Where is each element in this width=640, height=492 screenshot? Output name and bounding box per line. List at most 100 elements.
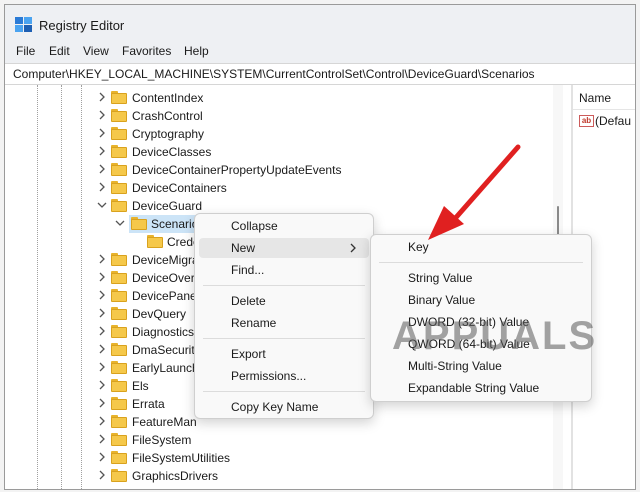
menu-bar: File Edit View Favorites Help — [5, 41, 635, 63]
menu-item-find[interactable]: Find... — [199, 260, 369, 280]
folder-icon — [111, 307, 127, 320]
folder-open-icon — [131, 217, 147, 230]
tree-item-label: FeatureMan — [132, 415, 197, 429]
menu-item-collapse[interactable]: Collapse — [199, 216, 369, 236]
menu-item-label: Collapse — [231, 219, 278, 233]
column-divider — [573, 109, 635, 110]
chevron-right-icon[interactable] — [97, 110, 107, 120]
chevron-right-icon — [350, 243, 356, 253]
address-path[interactable]: Computer\HKEY_LOCAL_MACHINE\SYSTEM\Curre… — [13, 67, 535, 81]
chevron-right-icon[interactable] — [97, 434, 107, 444]
chevron-right-icon[interactable] — [97, 254, 107, 264]
folder-icon — [111, 469, 127, 482]
tree-item[interactable]: DeviceContainerPropertyUpdateEvents — [5, 161, 551, 179]
menu-item-label: Copy Key Name — [231, 400, 319, 414]
value-name-default[interactable]: (Defau — [595, 114, 631, 128]
chevron-right-icon[interactable] — [97, 182, 107, 192]
tree-item-label: DeviceClasses — [132, 145, 212, 159]
folder-icon — [111, 325, 127, 338]
chevron-right-icon[interactable] — [97, 92, 107, 102]
tree-item-label: DeviceOverri — [132, 271, 202, 285]
folder-icon — [111, 361, 127, 374]
menu-item-label: Expandable String Value — [408, 381, 540, 395]
string-value-icon: ab — [579, 115, 594, 127]
tree-item-label: DevQuery — [132, 307, 187, 321]
menu-item-new[interactable]: New — [199, 238, 369, 258]
tree-item[interactable]: FileSystem — [5, 431, 551, 449]
chevron-down-icon[interactable] — [97, 200, 107, 210]
chevron-right-icon[interactable] — [97, 416, 107, 426]
menu-item-label: Export — [231, 347, 266, 361]
tree-item-label: Els — [132, 379, 149, 393]
menu-item-permissions[interactable]: Permissions... — [199, 366, 369, 386]
chevron-right-icon[interactable] — [97, 380, 107, 390]
chevron-right-icon[interactable] — [97, 146, 107, 156]
tree-item[interactable]: Cryptography — [5, 125, 551, 143]
column-header-name[interactable]: Name — [579, 91, 611, 105]
tree-item-label: DeviceContainerPropertyUpdateEvents — [132, 163, 342, 177]
folder-icon — [111, 451, 127, 464]
menu-item-label: Binary Value — [408, 293, 476, 307]
menu-item-label: Rename — [231, 316, 277, 330]
menu-item-delete[interactable]: Delete — [199, 291, 369, 311]
chevron-right-icon[interactable] — [97, 344, 107, 354]
folder-icon — [111, 181, 127, 194]
menu-separator — [379, 262, 583, 263]
tree-item-label: EarlyLaunch — [132, 361, 199, 375]
menu-item-label: Permissions... — [231, 369, 307, 383]
submenu-item-string-value[interactable]: String Value — [375, 268, 587, 288]
chevron-right-icon[interactable] — [97, 128, 107, 138]
menu-item-label: Find... — [231, 263, 265, 277]
menu-item-label: Multi-String Value — [408, 359, 502, 373]
tree-item[interactable]: DeviceContainers — [5, 179, 551, 197]
submenu-item-multi-string-value[interactable]: Multi-String Value — [375, 356, 587, 376]
menu-favorites[interactable]: Favorites — [122, 44, 171, 58]
tree-item[interactable]: FileSystemUtilities — [5, 449, 551, 467]
chevron-right-icon[interactable] — [97, 470, 107, 480]
folder-icon — [111, 343, 127, 356]
tree-item-label: DmaSecurit — [132, 343, 195, 357]
menu-help[interactable]: Help — [184, 44, 209, 58]
chevron-right-icon[interactable] — [97, 290, 107, 300]
window-title: Registry Editor — [39, 18, 125, 33]
menu-file[interactable]: File — [16, 44, 35, 58]
chevron-right-icon[interactable] — [97, 326, 107, 336]
menu-item-rename[interactable]: Rename — [199, 313, 369, 333]
chevron-right-icon[interactable] — [97, 308, 107, 318]
tree-item[interactable]: CrashControl — [5, 107, 551, 125]
tree-item-label: CrashControl — [132, 109, 203, 123]
folder-icon — [111, 253, 127, 266]
menu-item-copy-key-name[interactable]: Copy Key Name — [199, 397, 369, 417]
folder-icon — [111, 199, 127, 212]
chevron-right-icon[interactable] — [97, 362, 107, 372]
folder-icon — [111, 163, 127, 176]
tree-item-label: Cryptography — [132, 127, 205, 141]
menu-edit[interactable]: Edit — [49, 44, 70, 58]
tree-item-label: DevicePanel — [132, 289, 200, 303]
chevron-right-icon[interactable] — [97, 272, 107, 282]
context-menu: Collapse New Find... Delete Rename Expor… — [194, 213, 374, 419]
address-bar[interactable]: Computer\HKEY_LOCAL_MACHINE\SYSTEM\Curre… — [5, 63, 635, 85]
folder-icon — [111, 127, 127, 140]
submenu-item-expandable-string-value[interactable]: Expandable String Value — [375, 378, 587, 398]
tree-item-label: FileSystemUtilities — [132, 451, 231, 465]
tree-item[interactable]: DeviceClasses — [5, 143, 551, 161]
tree-item-label: Diagnostics — [132, 325, 195, 339]
tree-item[interactable]: ContentIndex — [5, 89, 551, 107]
menu-separator — [203, 338, 365, 339]
chevron-down-icon[interactable] — [115, 218, 125, 228]
tree-item[interactable]: GraphicsDrivers — [5, 467, 551, 485]
chevron-right-icon[interactable] — [97, 398, 107, 408]
appuals-watermark: APPUALS — [392, 306, 602, 358]
chevron-right-icon[interactable] — [97, 452, 107, 462]
menu-item-label: Key — [408, 240, 429, 254]
folder-icon — [111, 415, 127, 428]
menu-item-export[interactable]: Export — [199, 344, 369, 364]
chevron-right-icon[interactable] — [97, 164, 107, 174]
title-bar[interactable]: Registry Editor — [5, 5, 635, 41]
menu-view[interactable]: View — [83, 44, 109, 58]
submenu-item-key[interactable]: Key — [375, 237, 587, 257]
tree-item-label: DeviceGuard — [132, 199, 203, 213]
folder-icon — [111, 91, 127, 104]
folder-icon — [147, 235, 163, 248]
